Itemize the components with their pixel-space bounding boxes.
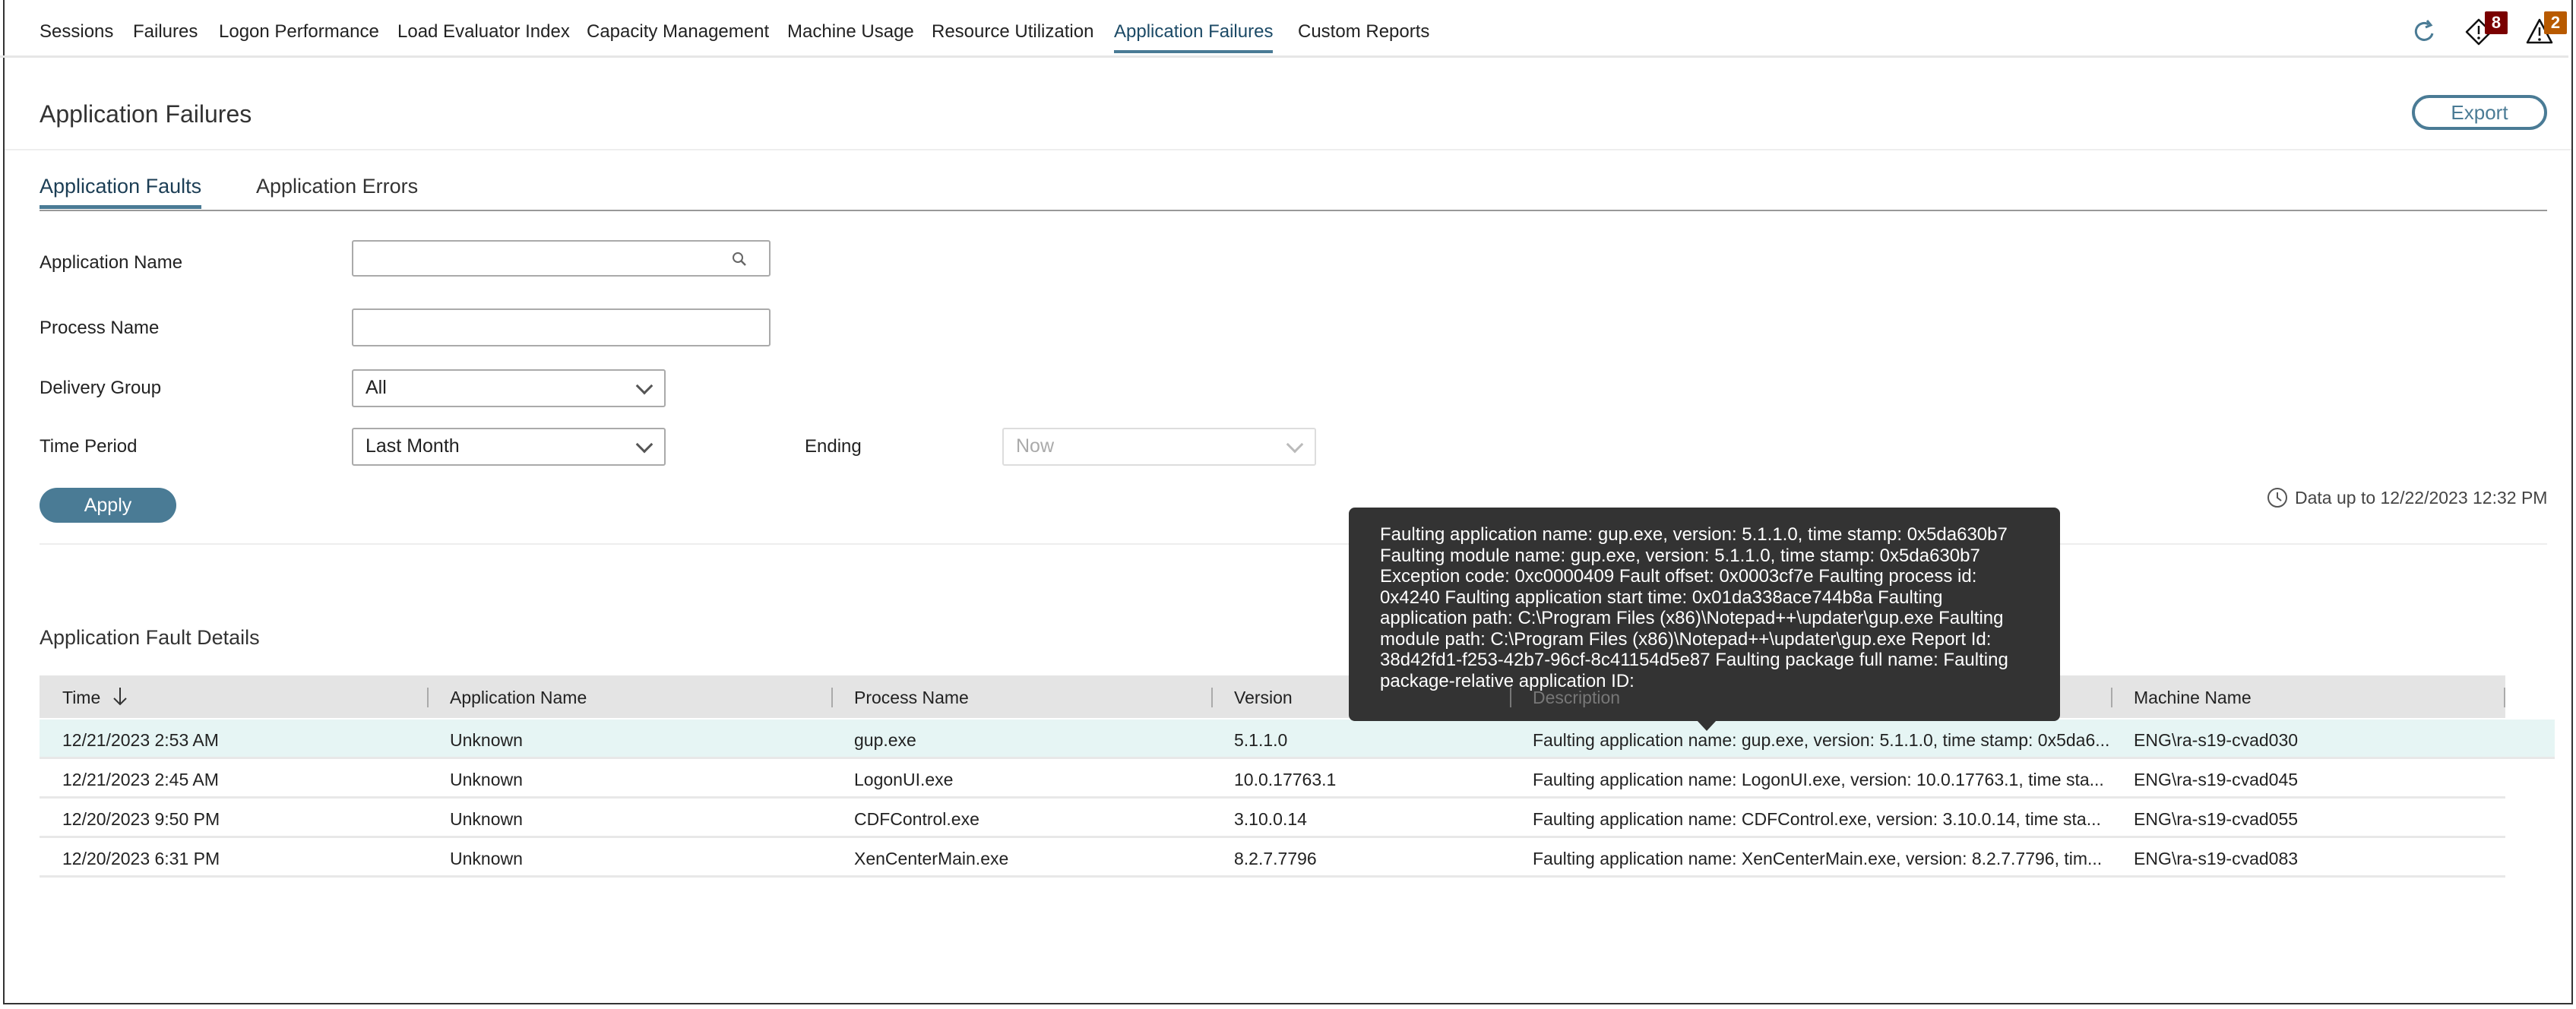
cell-process-name: XenCenterMain.exe: [854, 849, 1009, 868]
cell-time: 12/20/2023 6:31 PM: [62, 849, 220, 868]
data-up-to-text: Data up to 12/22/2023 12:32 PM: [2295, 488, 2548, 508]
table-row[interactable]: 12/21/2023 2:53 AM Unknown gup.exe 5.1.1.0 F…: [40, 720, 2555, 759]
column-header-machine-name[interactable]: Machine Name: [2134, 688, 2252, 708]
cell-description: Faulting application name: CDFControl.ex…: [1533, 809, 2101, 829]
column-resize-handle[interactable]: [1510, 688, 1511, 707]
apply-button[interactable]: Apply: [40, 488, 176, 523]
cell-time: 12/20/2023 9:50 PM: [62, 809, 220, 829]
clock-icon: [2267, 488, 2287, 508]
column-header-process-name[interactable]: Process Name: [854, 688, 969, 708]
column-header-version[interactable]: Version: [1234, 688, 1293, 708]
cell-description: Faulting application name: XenCenterMain…: [1533, 849, 2103, 868]
column-header-description[interactable]: Description: [1533, 688, 1620, 708]
process-name-label: Process Name: [40, 318, 160, 338]
top-nav: Sessions Failures Logon Performance Load…: [0, 0, 2568, 58]
cell-version: 10.0.17763.1: [1234, 770, 1337, 789]
nav-load-evaluator-index[interactable]: Load Evaluator Index: [397, 21, 570, 43]
table-row[interactable]: 12/21/2023 2:45 AM Unknown LogonUI.exe 10.0…: [40, 759, 2505, 799]
nav-failures[interactable]: Failures: [133, 21, 198, 43]
cell-process-name: CDFControl.exe: [854, 809, 979, 829]
delivery-group-value: All: [366, 377, 387, 398]
cell-application-name: Unknown: [450, 809, 523, 829]
cell-application-name: Unknown: [450, 770, 523, 789]
tab-application-errors[interactable]: Application Errors: [256, 175, 418, 198]
cell-time: 12/21/2023 2:45 AM: [62, 770, 219, 789]
delivery-group-label: Delivery Group: [40, 378, 162, 398]
alerts-count-badge: 8: [2485, 11, 2508, 34]
table-header: Time Application Name Process Name Versi…: [40, 675, 2505, 718]
cell-machine-name: ENG\ra-s19-cvad045: [2134, 770, 2299, 789]
refresh-icon[interactable]: [2412, 18, 2438, 44]
cell-process-name: gup.exe: [854, 730, 916, 750]
divider: [40, 543, 2547, 545]
cell-application-name: Unknown: [450, 849, 523, 868]
column-header-application-name[interactable]: Application Name: [450, 688, 587, 708]
nav-sessions[interactable]: Sessions: [40, 21, 113, 43]
column-header-time[interactable]: Time: [62, 688, 100, 708]
time-period-label: Time Period: [40, 436, 138, 457]
cell-version: 3.10.0.14: [1234, 809, 1307, 829]
cell-process-name: LogonUI.exe: [854, 770, 954, 789]
ending-select[interactable]: Now: [1002, 428, 1316, 466]
column-resize-handle[interactable]: [427, 688, 429, 707]
process-name-input[interactable]: [352, 308, 771, 346]
ending-label: Ending: [805, 436, 862, 457]
divider: [5, 149, 2571, 150]
column-resize-handle[interactable]: [2111, 688, 2112, 707]
nav-application-failures[interactable]: Application Failures: [1114, 21, 1274, 53]
cell-time: 12/21/2023 2:53 AM: [62, 730, 219, 750]
column-resize-handle[interactable]: [831, 688, 833, 707]
nav-resource-utilization[interactable]: Resource Utilization: [932, 21, 1093, 43]
nav-logon-performance[interactable]: Logon Performance: [219, 21, 379, 43]
sort-down-arrow-icon[interactable]: [111, 686, 129, 707]
nav-capacity-management[interactable]: Capacity Management: [587, 21, 769, 43]
cell-version: 8.2.7.7796: [1234, 849, 1317, 868]
export-button[interactable]: Export: [2412, 95, 2547, 130]
chevron-down-icon: [1286, 435, 1304, 454]
cell-machine-name: ENG\ra-s19-cvad055: [2134, 809, 2299, 829]
nav-custom-reports[interactable]: Custom Reports: [1298, 21, 1429, 43]
column-resize-handle[interactable]: [2504, 688, 2505, 707]
nav-machine-usage[interactable]: Machine Usage: [787, 21, 914, 43]
chevron-down-icon: [635, 377, 653, 395]
description-tooltip: Faulting application name: gup.exe, vers…: [1349, 508, 2060, 721]
search-icon[interactable]: [731, 251, 748, 267]
column-resize-handle[interactable]: [1211, 688, 1213, 707]
tooltip-arrow: [1697, 720, 1717, 731]
application-name-input[interactable]: [352, 240, 771, 277]
warnings-count-badge: 2: [2544, 11, 2567, 34]
tab-divider: [40, 210, 2547, 211]
delivery-group-select[interactable]: All: [352, 369, 666, 407]
table-row[interactable]: 12/20/2023 9:50 PM Unknown CDFControl.exe 3…: [40, 799, 2505, 838]
ending-value: Now: [1016, 435, 1055, 457]
section-title: Application Fault Details: [40, 626, 260, 649]
cell-machine-name: ENG\ra-s19-cvad083: [2134, 849, 2299, 868]
cell-machine-name: ENG\ra-s19-cvad030: [2134, 730, 2299, 750]
chevron-down-icon: [635, 435, 653, 454]
cell-description: Faulting application name: LogonUI.exe, …: [1533, 770, 2104, 789]
cell-application-name: Unknown: [450, 730, 523, 750]
cell-description: Faulting application name: gup.exe, vers…: [1533, 730, 2110, 750]
application-name-label: Application Name: [40, 252, 183, 273]
page-title: Application Failures: [40, 100, 252, 128]
time-period-value: Last Month: [366, 435, 460, 457]
tab-application-faults[interactable]: Application Faults: [40, 175, 202, 209]
cell-version: 5.1.1.0: [1234, 730, 1288, 750]
time-period-select[interactable]: Last Month: [352, 428, 666, 466]
table-row[interactable]: 12/20/2023 6:31 PM Unknown XenCenterMain.e…: [40, 838, 2505, 878]
